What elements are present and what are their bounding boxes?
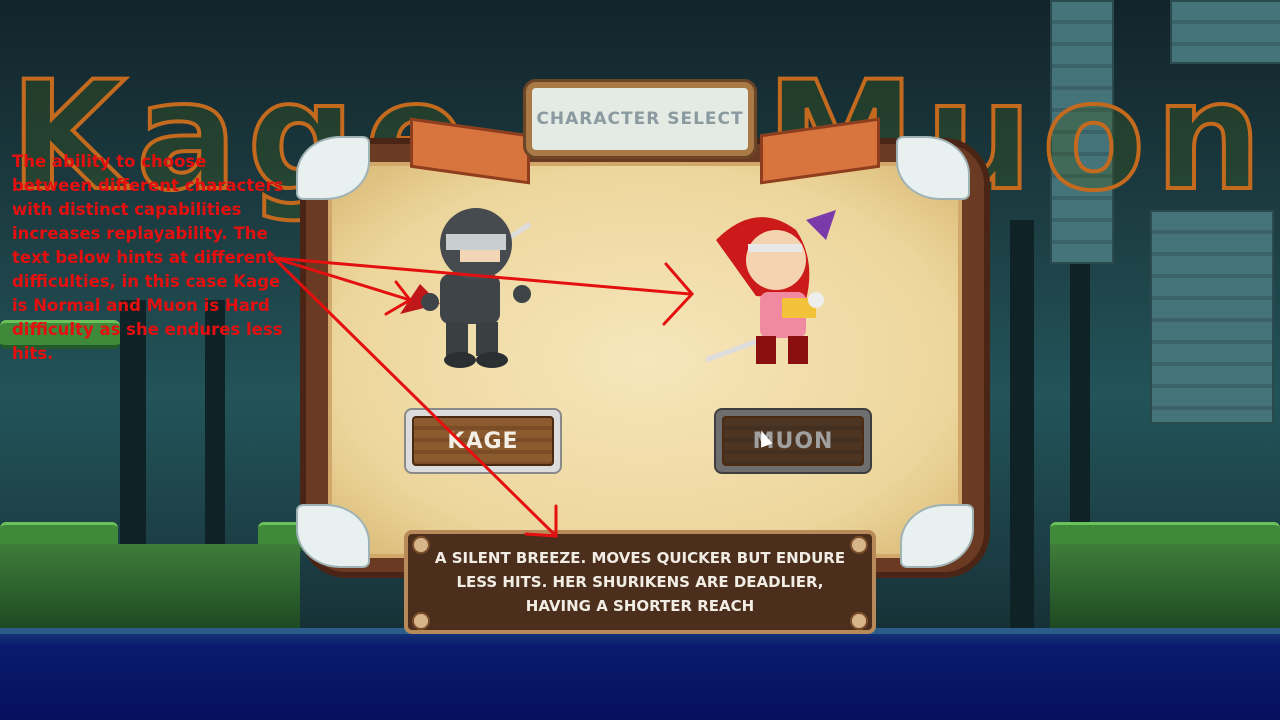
muon-button-plank: MUON xyxy=(722,416,864,466)
game-scene: Kage Muon CHARACTER SELECT KAGE MUON A S… xyxy=(0,0,1280,720)
bolt-icon xyxy=(850,536,868,554)
bolt-icon xyxy=(850,612,868,630)
stone-pillar xyxy=(1050,0,1114,264)
grass-patch xyxy=(1050,544,1280,628)
panel-title: CHARACTER SELECT xyxy=(536,109,744,129)
annotation-note: The ability to choose between different … xyxy=(12,152,284,363)
bolt-icon xyxy=(412,612,430,630)
character-select-panel: CHARACTER SELECT KAGE MUON xyxy=(296,82,990,588)
kage-button-label: KAGE xyxy=(447,428,519,454)
muon-character-sprite[interactable] xyxy=(656,200,886,380)
water-floor xyxy=(0,628,1280,720)
stone-pillar xyxy=(1150,210,1274,424)
kage-button-plank: KAGE xyxy=(412,416,554,466)
character-description: A SILENT BREEZE. MOVES QUICKER BUT ENDUR… xyxy=(434,549,846,615)
stone-pillar xyxy=(1170,0,1280,64)
grass-patch xyxy=(0,544,300,628)
select-kage-button[interactable]: KAGE xyxy=(404,408,562,474)
bolt-icon xyxy=(412,536,430,554)
panel-title-plaque: CHARACTER SELECT xyxy=(526,82,754,156)
kage-character-sprite[interactable] xyxy=(380,194,610,374)
select-muon-button[interactable]: MUON xyxy=(714,408,872,474)
character-description-box: A SILENT BREEZE. MOVES QUICKER BUT ENDUR… xyxy=(404,530,876,634)
background-tree xyxy=(1010,220,1034,630)
